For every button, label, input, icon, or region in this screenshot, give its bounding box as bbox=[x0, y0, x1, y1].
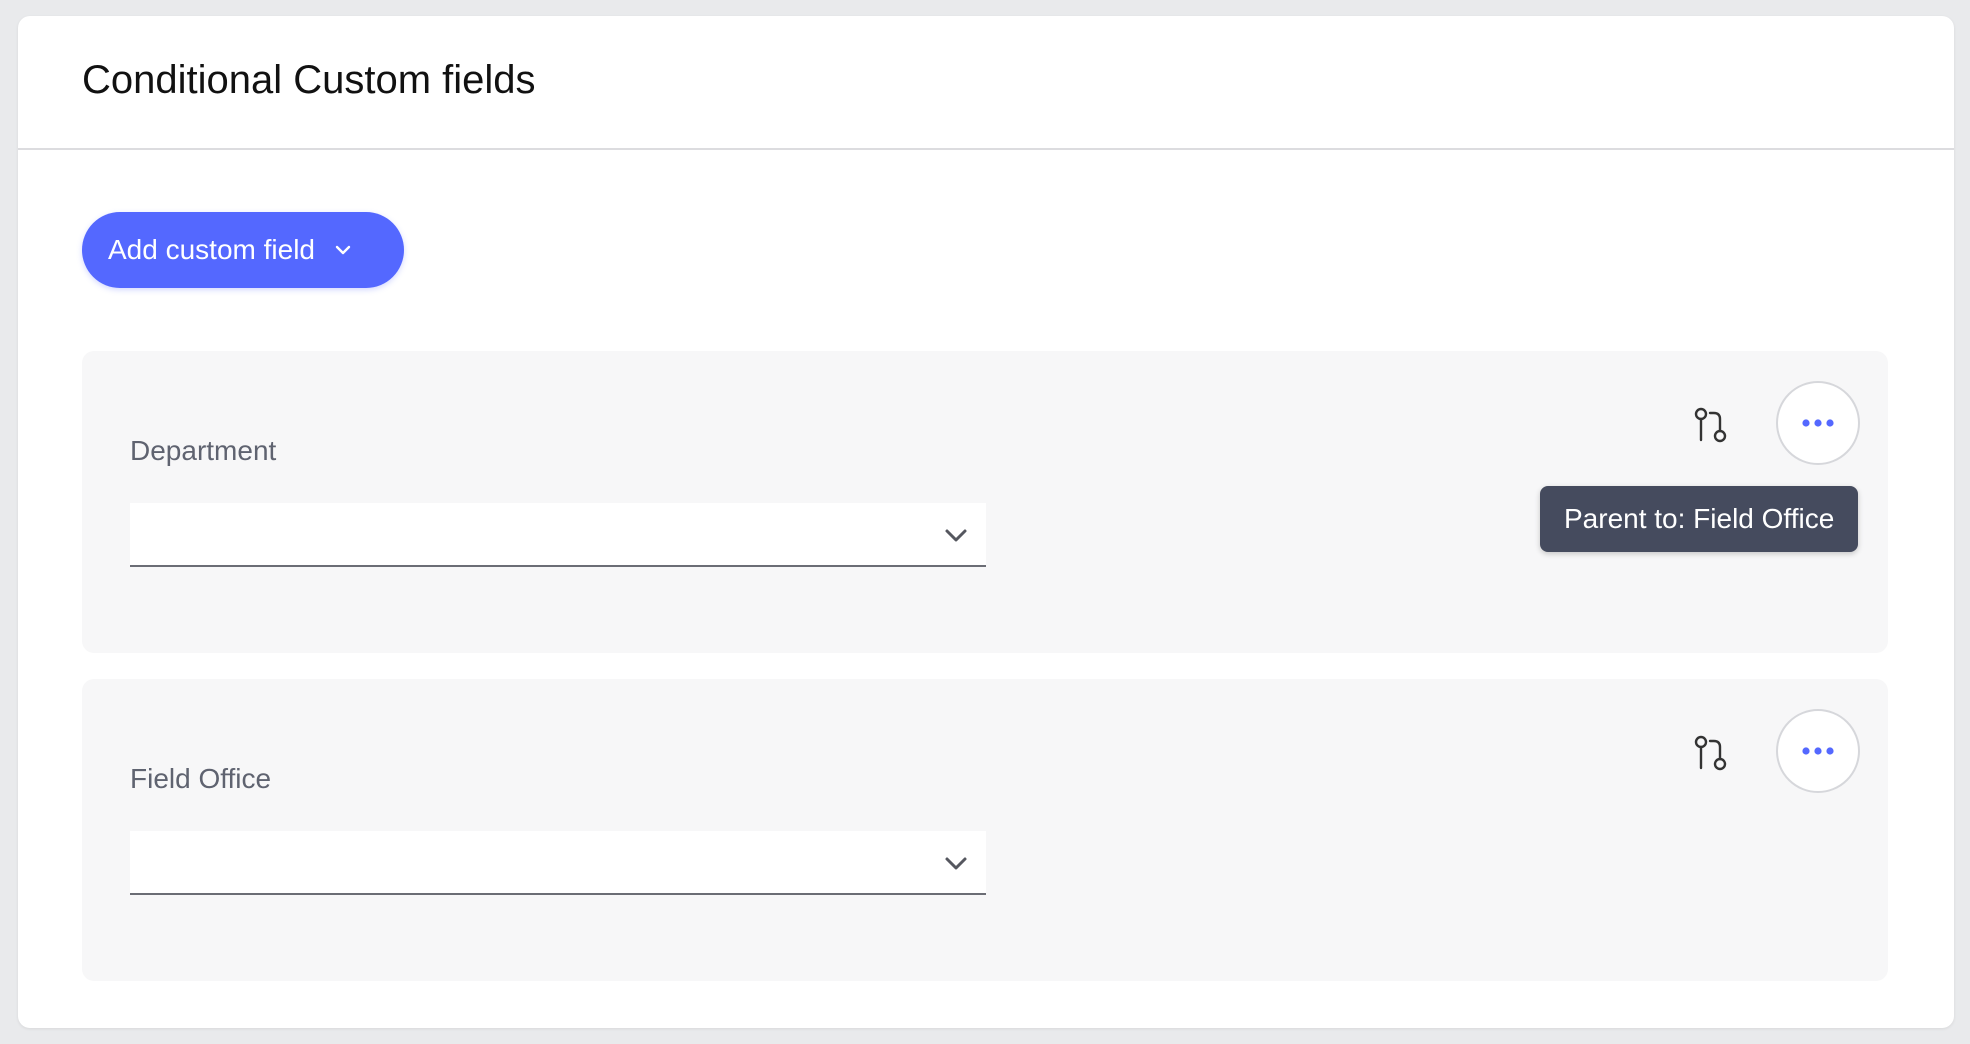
chevron-down-icon bbox=[945, 529, 967, 542]
more-options-button[interactable] bbox=[1776, 381, 1860, 465]
add-custom-field-button[interactable]: Add custom field bbox=[82, 212, 404, 288]
custom-field-panel: Field Office bbox=[82, 679, 1888, 981]
custom-fields-card: Conditional Custom fields Add custom fie… bbox=[18, 16, 1954, 1028]
page-title: Conditional Custom fields bbox=[82, 58, 536, 102]
field-office-select[interactable] bbox=[130, 831, 986, 895]
chevron-down-icon bbox=[333, 243, 353, 257]
chevron-down-icon bbox=[945, 857, 967, 870]
more-horizontal-icon bbox=[1802, 747, 1834, 755]
more-horizontal-icon bbox=[1802, 419, 1834, 427]
add-custom-field-label: Add custom field bbox=[108, 234, 315, 265]
field-label: Department bbox=[130, 435, 277, 466]
more-options-button[interactable] bbox=[1776, 709, 1860, 793]
branch-icon[interactable] bbox=[1694, 735, 1728, 771]
branch-icon[interactable] bbox=[1694, 407, 1728, 443]
card-header: Conditional Custom fields bbox=[18, 16, 1954, 150]
department-select[interactable] bbox=[130, 503, 986, 567]
field-label: Field Office bbox=[130, 763, 272, 794]
parent-tooltip: Parent to: Field Office bbox=[1540, 486, 1859, 552]
